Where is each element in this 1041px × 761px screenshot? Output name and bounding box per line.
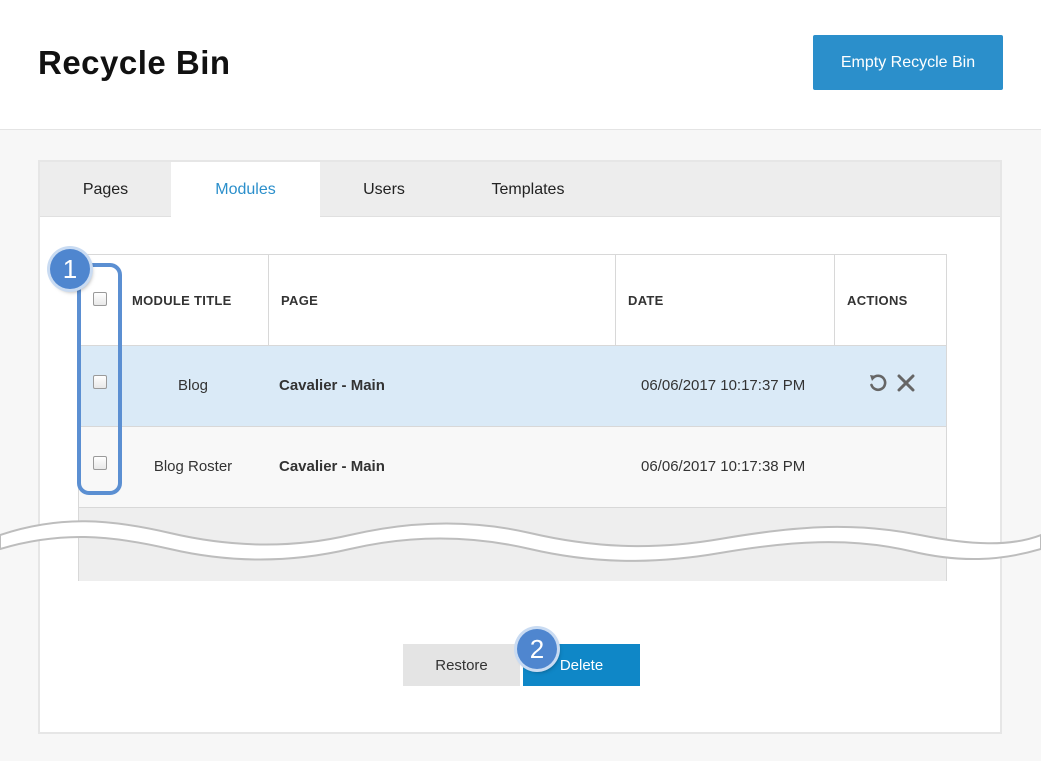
column-header-module-title[interactable]: MODULE TITLE [132,255,232,346]
column-header-page[interactable]: PAGE [281,255,318,346]
tab-pages[interactable]: Pages [40,162,171,217]
tab-templates[interactable]: Templates [448,162,608,217]
column-divider [615,255,616,346]
table-row[interactable]: Blog Cavalier - Main 06/06/2017 10:17:37… [79,345,946,427]
tab-users[interactable]: Users [320,162,448,217]
module-title-cell: Blog Roster [153,458,233,475]
column-divider [268,255,269,346]
module-title-cell: Blog [177,377,209,394]
tab-modules[interactable]: Modules [171,162,320,217]
page-cell: Cavalier - Main [279,377,385,394]
page-cell: Cavalier - Main [279,458,385,475]
torn-edge-divider [0,520,1041,562]
callout-badge-1: 1 [50,249,90,289]
restore-button[interactable]: Restore [403,644,520,686]
column-header-actions: ACTIONS [847,293,908,308]
empty-recycle-bin-button[interactable]: Empty Recycle Bin [813,35,1003,90]
tab-bar: Pages Modules Users Templates [40,162,1000,217]
delete-x-icon[interactable] [895,372,917,394]
callout-badge-2: 2 [517,629,557,669]
page-header: Recycle Bin Empty Recycle Bin [0,0,1041,130]
table-row[interactable]: Blog Roster Cavalier - Main 06/06/2017 1… [79,426,946,508]
column-divider [834,255,835,346]
checkbox-callout-bracket [77,263,122,495]
column-header-date[interactable]: DATE [628,255,664,346]
restore-icon[interactable] [867,372,889,394]
date-cell: 06/06/2017 10:17:37 PM [641,377,806,394]
date-cell: 06/06/2017 10:17:38 PM [641,458,806,475]
page-title: Recycle Bin [38,44,231,81]
